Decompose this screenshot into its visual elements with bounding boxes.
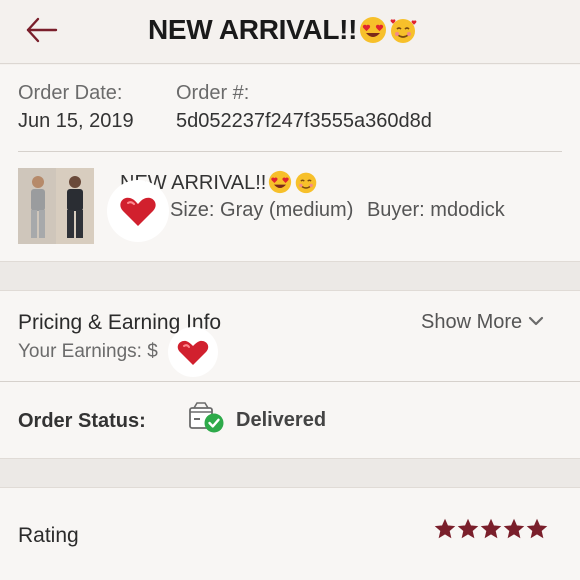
order-status-label: Order Status: [18, 410, 146, 432]
order-date-label: Order Date: [18, 82, 123, 104]
heart-eyes-emoji-icon [360, 17, 387, 43]
star-icon[interactable] [457, 518, 479, 540]
app-header: NEW ARRIVAL!! [0, 0, 580, 64]
star-icon[interactable] [434, 518, 456, 540]
section-separator [0, 458, 580, 488]
item-thumbnail[interactable] [18, 168, 94, 244]
smiling-face-with-hearts-emoji-icon [296, 172, 317, 194]
pricing-section: Pricing & Earning Info Your Earnings: $)… [0, 291, 580, 381]
item-buyer: Buyer: mdodick [366, 199, 505, 221]
heart-sticker-icon [168, 327, 218, 377]
smiling-face-with-hearts-emoji-icon [390, 19, 417, 43]
star-icon[interactable] [526, 518, 548, 540]
back-arrow-icon[interactable] [22, 12, 62, 48]
star-icon[interactable] [503, 518, 525, 540]
order-status-value: Delivered [236, 409, 327, 431]
section-separator [0, 261, 580, 291]
item-size: Size: Gray (medium) [170, 199, 354, 221]
show-more-label: Show More [421, 311, 523, 333]
page-title-text: NEW ARRIVAL!! [148, 14, 358, 45]
package-delivered-icon [189, 402, 224, 433]
divider [18, 151, 562, 152]
earnings-label: Your Earnings: $ [18, 341, 158, 362]
item-details: Size: Gray (medium) Buyer: mdodick [170, 199, 505, 222]
rating-label: Rating [18, 524, 79, 547]
star-icon[interactable] [480, 518, 502, 540]
order-date-value: Jun 15, 2019 [18, 110, 134, 132]
chevron-down-icon [529, 316, 544, 326]
page-title: NEW ARRIVAL!! [148, 12, 417, 48]
heart-eyes-emoji-icon [269, 170, 292, 194]
order-status-section: Order Status: Delivered [0, 381, 580, 458]
rating-stars[interactable] [433, 518, 548, 545]
order-number-label: Order #: [176, 82, 250, 104]
order-number-value: 5d052237f247f3555a360d8d [176, 110, 432, 132]
heart-sticker-icon [107, 180, 169, 242]
show-more-button[interactable]: Show More [421, 311, 544, 334]
